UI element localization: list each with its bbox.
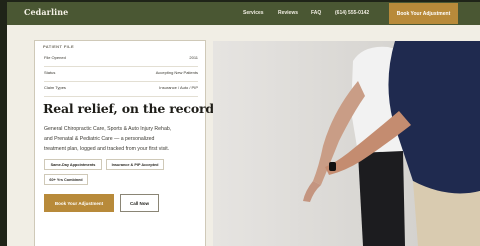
hero-description-line: General Chiropractic Care, Sports & Auto… <box>44 126 172 132</box>
patient-file-card: PATIENT FILE File Opened 2011 Status Acc… <box>34 40 218 246</box>
hero-section: PATIENT FILE File Opened 2011 Status Acc… <box>7 25 480 246</box>
badge-same-day: Same-Day Appointments <box>44 159 102 170</box>
hero-description-line: treatment plan, logged and tracked from … <box>44 146 170 152</box>
file-row-claims: Claim Types Insurance / Auto / PIP <box>44 85 198 93</box>
brand-logo[interactable]: Cedarline <box>24 7 68 17</box>
row-divider <box>44 81 198 82</box>
patient-pants <box>358 151 405 246</box>
nav-link-reviews[interactable]: Reviews <box>278 10 298 16</box>
wristwatch-icon <box>329 162 336 171</box>
nav-link-services[interactable]: Services <box>243 10 264 16</box>
file-row-status: Status Accepting New Patients <box>44 70 198 78</box>
hero-description-line: and Prenatal & Pediatric Care — a person… <box>44 136 155 142</box>
hero-headline: Real relief, on the record. <box>43 101 219 116</box>
file-row-label: Status <box>44 70 56 75</box>
chiropractic-photo-illustration <box>213 41 480 246</box>
nav-book-button[interactable]: Book Your Adjustment <box>389 3 458 24</box>
window-frame-left <box>0 0 7 246</box>
book-adjustment-button[interactable]: Book Your Adjustment <box>44 194 114 212</box>
call-now-button[interactable]: Call Now <box>120 194 159 212</box>
row-divider <box>44 66 198 67</box>
file-row-label: File Opened <box>44 55 66 60</box>
hero-description: General Chiropractic Care, Sports & Auto… <box>44 124 204 154</box>
nav-link-faq[interactable]: FAQ <box>311 10 321 16</box>
file-row-opened: File Opened 2011 <box>44 55 198 63</box>
hero-photo <box>213 41 480 246</box>
file-row-label: Claim Types <box>44 85 66 90</box>
nav-phone-link[interactable]: (614) 555-0142 <box>335 10 369 16</box>
file-row-value: Accepting New Patients <box>155 70 198 75</box>
patient-file-eyebrow: PATIENT FILE <box>42 44 76 49</box>
top-nav: Cedarline Services Reviews FAQ (614) 555… <box>7 2 480 25</box>
file-row-value: Insurance / Auto / PIP <box>159 85 198 90</box>
badge-insurance: Insurance & PIP Accepted <box>106 159 164 170</box>
row-divider <box>44 96 198 97</box>
file-row-value: 2011 <box>189 55 198 60</box>
badge-experience: 60+ Yrs Combined <box>44 174 88 185</box>
